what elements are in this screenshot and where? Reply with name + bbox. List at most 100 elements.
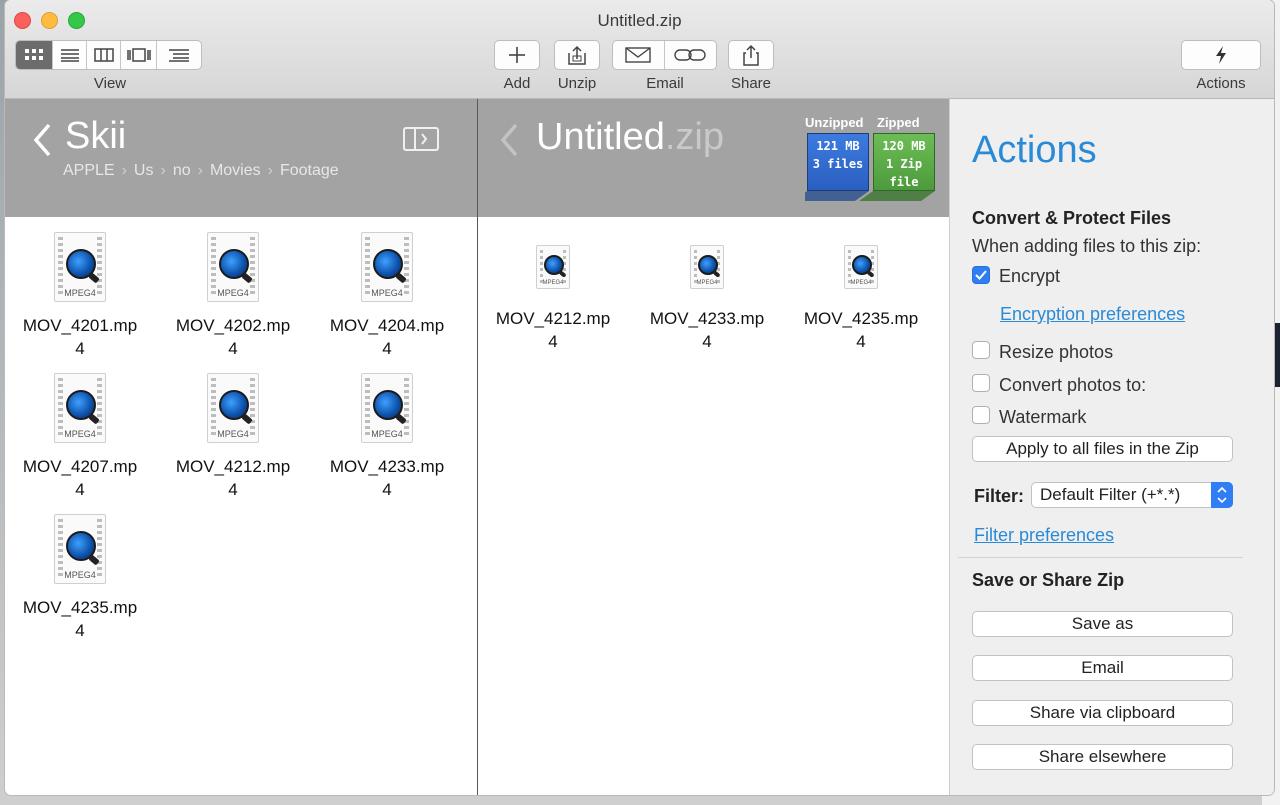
list-icon <box>60 49 79 62</box>
quicktime-file-icon: MPEG4 <box>207 373 259 443</box>
file-item[interactable]: MPEG4 MOV_4202.mp 4 <box>158 232 308 360</box>
finder-header: Skii APPLE › Us › no › Movies › Footage <box>5 99 477 217</box>
email-label: Email <box>646 75 684 92</box>
quicktime-file-icon: MPEG4 <box>361 232 413 302</box>
list-view-button[interactable] <box>53 41 87 69</box>
window-title: Untitled.zip <box>597 11 682 30</box>
filter-preferences-link[interactable]: Filter preferences <box>974 525 1114 546</box>
file-name: MOV_4207.mp 4 <box>22 457 138 499</box>
grid-icon <box>25 49 43 60</box>
back-chevron-icon[interactable] <box>33 123 53 157</box>
file-item[interactable]: MPEG4 MOV_4212.mp 4 <box>158 373 308 501</box>
encrypt-checkbox[interactable] <box>972 266 990 284</box>
quicktime-file-icon: MPEG4 <box>54 232 106 302</box>
file-item[interactable]: MPEG4 MOV_4235.mp 4 <box>786 245 936 353</box>
breadcrumb-item[interactable]: Us <box>134 162 154 180</box>
actions-panel: Actions Convert & Protect Files When add… <box>949 99 1274 795</box>
convert-photos-label[interactable]: Convert photos to: <box>999 375 1146 396</box>
file-item[interactable]: MPEG4 MOV_4212.mp 4 <box>478 245 628 353</box>
breadcrumb-item[interactable]: no <box>173 162 191 180</box>
share-label: Share <box>730 75 772 92</box>
file-item[interactable]: MPEG4 MOV_4207.mp 4 <box>5 373 155 501</box>
link-button[interactable] <box>665 41 717 69</box>
sidebar-icon <box>414 129 428 149</box>
toggle-sidebar-button[interactable] <box>403 127 439 151</box>
filter-selected-value: Default Filter (+*.*) <box>1040 485 1181 504</box>
unzip-label: Unzip <box>557 75 597 92</box>
checkmark-icon <box>975 270 987 280</box>
columns-icon <box>93 48 114 62</box>
filter-label: Filter: <box>974 486 1025 506</box>
email-zip-button[interactable]: Email <box>972 655 1233 681</box>
file-name: MOV_4235.mp 4 <box>803 309 919 351</box>
app-window: Untitled.zip View Add Unzip Email Share … <box>5 0 1274 795</box>
column-view-button[interactable] <box>87 41 121 69</box>
view-segmented-control <box>15 40 202 70</box>
breadcrumb: APPLE › Us › no › Movies › Footage <box>63 162 339 180</box>
encrypt-label[interactable]: Encrypt <box>999 266 1060 287</box>
toolbar: Untitled.zip View Add Unzip Email Share … <box>5 0 1274 99</box>
file-item[interactable]: MPEG4 MOV_4233.mp 4 <box>632 245 782 353</box>
file-item[interactable]: MPEG4 MOV_4204.mp 4 <box>312 232 462 360</box>
file-name: MOV_4235.mp 4 <box>22 598 138 640</box>
breadcrumb-item[interactable]: Footage <box>280 162 339 180</box>
watermark-label[interactable]: Watermark <box>999 407 1086 428</box>
zip-title: Untitled.zip <box>536 116 724 158</box>
file-item[interactable]: MPEG4 MOV_4235.mp 4 <box>5 514 155 642</box>
breadcrumb-item[interactable]: APPLE <box>63 162 115 180</box>
actions-label: Actions <box>1196 75 1246 92</box>
share-clipboard-button[interactable]: Share via clipboard <box>972 700 1233 726</box>
quicktime-file-icon: MPEG4 <box>690 245 724 289</box>
plus-icon <box>509 47 525 63</box>
share-icon <box>743 44 759 66</box>
envelope-icon <box>625 47 651 63</box>
folder-title: Skii <box>65 115 127 157</box>
save-share-heading: Save or Share Zip <box>972 570 1125 590</box>
convert-heading: Convert & Protect Files <box>972 208 1172 228</box>
resize-photos-label[interactable]: Resize photos <box>999 342 1113 363</box>
adding-text: When adding files to this zip: <box>972 236 1202 256</box>
breadcrumb-item[interactable]: Movies <box>210 162 261 180</box>
add-button[interactable] <box>494 40 540 70</box>
file-name: MOV_4202.mp 4 <box>175 316 291 358</box>
box-shadow-graphic <box>805 191 935 201</box>
file-name: MOV_4201.mp 4 <box>22 316 138 358</box>
save-as-button[interactable]: Save as <box>972 611 1233 637</box>
email-link-group <box>612 40 717 70</box>
unzip-button[interactable] <box>554 40 600 70</box>
file-name: MOV_4233.mp 4 <box>329 457 445 499</box>
lightning-icon <box>1216 46 1226 64</box>
back-chevron-icon[interactable] <box>500 123 520 157</box>
view-label: View <box>93 75 127 92</box>
updown-chevron-icon <box>1211 482 1233 508</box>
actions-button[interactable] <box>1181 40 1261 70</box>
gallery-view-button[interactable] <box>121 41 157 69</box>
encryption-preferences-link[interactable]: Encryption preferences <box>1000 304 1185 325</box>
resize-photos-checkbox[interactable] <box>972 341 990 359</box>
file-name: MOV_4204.mp 4 <box>329 316 445 358</box>
icon-view-button[interactable] <box>16 41 53 69</box>
apply-to-all-button[interactable]: Apply to all files in the Zip <box>972 436 1233 462</box>
link-icon <box>674 49 706 61</box>
finder-pane: Skii APPLE › Us › no › Movies › Footage MPEG… <box>5 99 477 795</box>
file-item[interactable]: MPEG4 MOV_4201.mp 4 <box>5 232 155 360</box>
gallery-icon <box>126 48 151 62</box>
outline-view-button[interactable] <box>157 41 201 69</box>
quicktime-file-icon: MPEG4 <box>361 373 413 443</box>
share-elsewhere-button[interactable]: Share elsewhere <box>972 744 1233 770</box>
quicktime-file-icon: MPEG4 <box>536 245 570 289</box>
file-name: MOV_4233.mp 4 <box>649 309 765 351</box>
quicktime-file-icon: MPEG4 <box>844 245 878 289</box>
watermark-checkbox[interactable] <box>972 406 990 424</box>
file-item[interactable]: MPEG4 MOV_4233.mp 4 <box>312 373 462 501</box>
file-name: MOV_4212.mp 4 <box>495 309 611 351</box>
filter-select[interactable]: Default Filter (+*.*) <box>1031 482 1233 508</box>
outline-icon <box>169 49 189 62</box>
actions-title: Actions <box>972 129 1097 171</box>
file-name: MOV_4212.mp 4 <box>175 457 291 499</box>
share-button[interactable] <box>728 40 774 70</box>
email-button[interactable] <box>613 41 665 69</box>
quicktime-file-icon: MPEG4 <box>207 232 259 302</box>
convert-photos-checkbox[interactable] <box>972 374 990 392</box>
section-divider <box>958 557 1243 558</box>
